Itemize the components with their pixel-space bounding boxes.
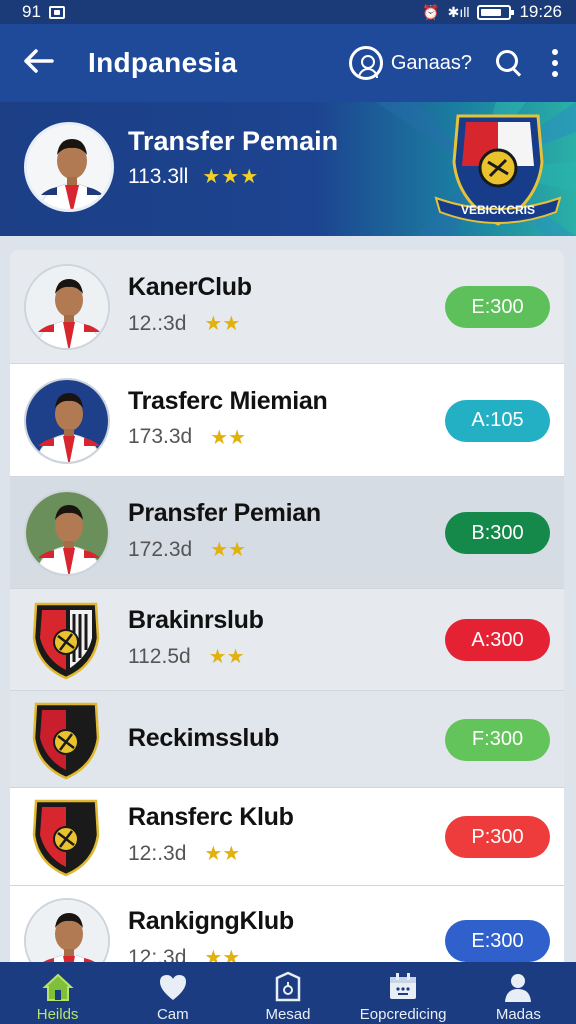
nav-item-calendar[interactable]: Eopcredicing xyxy=(348,970,458,1023)
item-name: Trasferc Miemian xyxy=(128,386,328,415)
list-item[interactable]: KanerClub 12.:3d ★★ E:300 xyxy=(10,250,564,364)
item-meta: 12.:3d ★★ xyxy=(128,311,240,336)
shield-icon xyxy=(271,970,305,1004)
item-value: 12:.3d xyxy=(128,945,187,963)
item-meta: 172.3d ★★ xyxy=(128,537,246,562)
price-badge-button[interactable]: E:300 xyxy=(445,920,550,962)
calendar-icon xyxy=(386,970,420,1004)
bluetooth-signal-icon: ✱ıll xyxy=(447,3,470,20)
featured-banner[interactable]: Transfer Pemain 113.3ll ★★★ VEBICKCRIS xyxy=(0,102,576,236)
price-badge-button[interactable]: B:300 xyxy=(445,512,550,554)
status-time: 19:26 xyxy=(519,2,562,21)
transfer-list: KanerClub 12.:3d ★★ E:300 Trasferc Miemian 1… xyxy=(10,250,564,962)
club-crest-icon xyxy=(30,598,102,682)
banner-title: Transfer Pemain xyxy=(128,126,339,156)
item-value: 173.3d xyxy=(128,425,193,448)
list-item[interactable]: Ransferc Klub 12:.3d ★★ P:300 xyxy=(10,788,564,886)
player-avatar xyxy=(24,122,114,212)
battery-icon xyxy=(477,4,515,20)
nav-label: Cam xyxy=(156,1006,189,1023)
item-value: 12.:3d xyxy=(128,311,187,335)
item-meta: 12:.3d ★★ xyxy=(128,841,240,866)
banner-stars: ★★★ xyxy=(202,166,260,188)
rating-stars: ★★ xyxy=(210,539,247,561)
status-right: ⏰ ✱ıll 19:26 xyxy=(422,2,562,22)
user-icon xyxy=(501,970,535,1004)
account-icon[interactable] xyxy=(348,46,383,80)
item-meta: 12:.3d ★★ xyxy=(128,945,241,963)
price-badge-button[interactable]: A:300 xyxy=(445,619,550,661)
item-name: KanerClub xyxy=(128,273,252,301)
status-left-text: 91 xyxy=(22,2,41,21)
status-left: 91 xyxy=(22,2,65,22)
heart-icon xyxy=(156,970,190,1004)
item-name: Pransfer Pemian xyxy=(128,499,321,527)
price-badge-button[interactable]: P:300 xyxy=(445,816,550,858)
nav-label: Madas xyxy=(495,1006,541,1023)
more-vert-icon[interactable] xyxy=(552,49,558,77)
club-crest-icon xyxy=(30,795,102,879)
banner-subtitle-row: 113.3ll ★★★ xyxy=(128,164,259,189)
rating-stars: ★★ xyxy=(208,646,245,668)
app-bar: Indpanesia Ganaas? xyxy=(0,24,576,102)
nav-item-user[interactable]: Madas xyxy=(463,970,573,1023)
nav-item-home[interactable]: Heilds xyxy=(3,970,113,1023)
list-item[interactable]: RankigngKlub 12:.3d ★★ E:300 xyxy=(10,886,564,962)
item-value: 172.3d xyxy=(128,537,193,561)
back-arrow-icon[interactable] xyxy=(22,45,62,82)
alarm-icon: ⏰ xyxy=(422,3,440,20)
search-icon[interactable] xyxy=(496,50,522,76)
crest-text: VEBICKCRIS xyxy=(461,203,535,217)
status-bar: 91 ⏰ ✱ıll 19:26 xyxy=(0,0,576,24)
player-avatar xyxy=(24,898,110,962)
notification-icon xyxy=(48,5,65,19)
nav-item-shield[interactable]: Mesad xyxy=(233,970,343,1023)
price-badge-button[interactable]: E:300 xyxy=(445,286,550,328)
rating-stars: ★★ xyxy=(204,947,241,962)
nav-label: Heilds xyxy=(36,1006,79,1023)
rating-stars: ★★ xyxy=(204,313,241,335)
account-label[interactable]: Ganaas? xyxy=(391,52,472,75)
nav-label: Mesad xyxy=(265,1006,311,1023)
item-name: Ransferc Klub xyxy=(128,803,294,831)
rating-stars: ★★ xyxy=(204,843,241,865)
club-crest-icon: VEBICKCRIS xyxy=(434,114,562,226)
list-item[interactable]: Brakinrslub 112.5d ★★ A:300 xyxy=(10,589,564,691)
home-icon xyxy=(41,970,75,1004)
list-item[interactable]: Pransfer Pemian 172.3d ★★ B:300 xyxy=(10,477,564,589)
list-item[interactable]: Reckimsslub F:300 xyxy=(10,691,564,788)
nav-label: Eopcredicing xyxy=(359,1006,447,1023)
item-value: 12:.3d xyxy=(128,841,187,865)
rating-stars: ★★ xyxy=(210,426,247,449)
item-meta: 173.3d ★★ xyxy=(128,425,246,450)
player-avatar xyxy=(24,490,110,576)
item-value: 112.5d xyxy=(128,644,191,668)
price-badge-button[interactable]: F:300 xyxy=(445,718,550,761)
list-item[interactable]: Trasferc Miemian 173.3d ★★ A:105 xyxy=(10,364,564,477)
page-title: Indpanesia xyxy=(88,47,238,78)
item-meta: 112.5d ★★ xyxy=(128,644,245,669)
item-name: RankigngKlub xyxy=(128,907,294,935)
club-crest-icon xyxy=(30,698,102,782)
price-badge-button[interactable]: A:105 xyxy=(445,399,550,442)
item-name: Reckimsslub xyxy=(128,723,279,752)
player-avatar xyxy=(24,377,110,464)
player-avatar xyxy=(24,264,110,350)
banner-subtitle: 113.3ll xyxy=(128,164,189,188)
item-name: Brakinrslub xyxy=(128,606,264,634)
nav-item-heart[interactable]: Cam xyxy=(118,970,228,1023)
bottom-nav: Heilds Cam Mesad Eopcredicing Madas xyxy=(0,962,576,1024)
